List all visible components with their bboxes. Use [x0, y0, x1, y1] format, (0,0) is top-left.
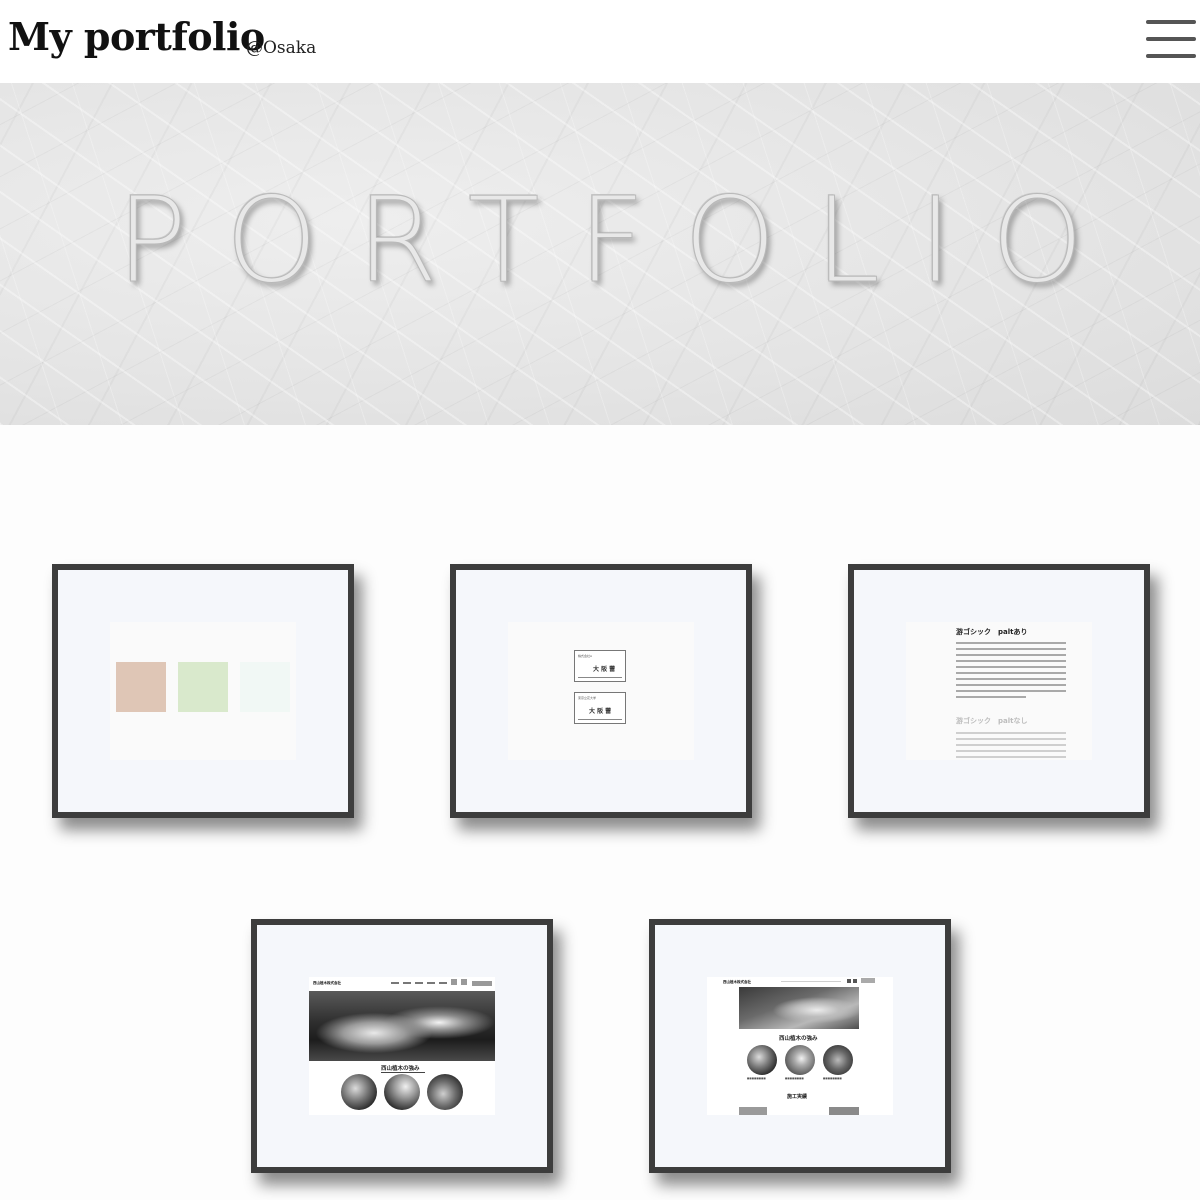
site-header: My portfolio @Osaka: [0, 0, 1200, 83]
card-company: 株式会社A: [578, 654, 593, 658]
mock-circle-image: [785, 1045, 815, 1075]
work-thumbnail: 西山植木株式会社 西山植木の強み ■■■■■■■■ ■■■■■■■■ ■■■■■…: [707, 977, 893, 1115]
typography-heading: 游ゴシック paltなし: [956, 717, 1028, 725]
work-thumbnail: 游ゴシック paltあり 游ゴシック paltなし: [906, 622, 1092, 760]
color-swatch: [116, 662, 166, 712]
mock-navbar: 西山植木株式会社: [309, 977, 495, 991]
hero-banner: PORTFOLIO: [0, 83, 1200, 425]
site-subtitle: @Osaka: [246, 38, 317, 58]
mock-hero-image: [739, 987, 859, 1029]
card-name: 大 阪 蕾: [593, 666, 616, 673]
business-card: 東京立花大学 大 阪 蕾: [574, 692, 626, 724]
work-thumbnail: [110, 622, 296, 760]
mock-logo: 西山植木株式会社: [313, 981, 341, 985]
mock-circle-image: [427, 1074, 463, 1110]
mock-circle-image: [341, 1074, 377, 1110]
card-company: 東京立花大学: [578, 696, 597, 700]
mock-circle-image: [384, 1074, 420, 1110]
mock-section-title: 西山植木の強み: [381, 1066, 420, 1072]
color-swatch: [240, 662, 290, 712]
work-item-website-1[interactable]: 西山植木株式会社 西山植木の強み: [251, 919, 553, 1173]
work-thumbnail: 西山植木株式会社 西山植木の強み: [309, 977, 495, 1115]
mock-logo: 西山植木株式会社: [723, 980, 751, 984]
hamburger-menu-icon[interactable]: [1146, 20, 1196, 60]
work-item-color-palette[interactable]: [52, 564, 354, 818]
typography-heading: 游ゴシック paltあり: [956, 628, 1028, 636]
mock-section-title: 西山植木の強み: [779, 1036, 818, 1042]
card-name: 大 阪 蕾: [589, 708, 612, 715]
work-item-business-cards[interactable]: 株式会社A 大 阪 蕾 東京立花大学 大 阪 蕾: [450, 564, 752, 818]
hero-heading: PORTFOLIO: [116, 171, 1122, 310]
mock-circle-image: [747, 1045, 777, 1075]
mock-section-title: 施工実績: [787, 1094, 808, 1100]
business-card: 株式会社A 大 阪 蕾: [574, 650, 626, 682]
mock-circle-image: [823, 1045, 853, 1075]
work-thumbnail: 株式会社A 大 阪 蕾 東京立花大学 大 阪 蕾: [508, 622, 694, 760]
work-item-typography[interactable]: 游ゴシック paltあり 游ゴシック paltなし: [848, 564, 1150, 818]
color-swatch: [178, 662, 228, 712]
site-title[interactable]: My portfolio: [8, 14, 265, 59]
mock-hero-image: [309, 991, 495, 1061]
work-item-website-2[interactable]: 西山植木株式会社 西山植木の強み ■■■■■■■■ ■■■■■■■■ ■■■■■…: [649, 919, 951, 1173]
